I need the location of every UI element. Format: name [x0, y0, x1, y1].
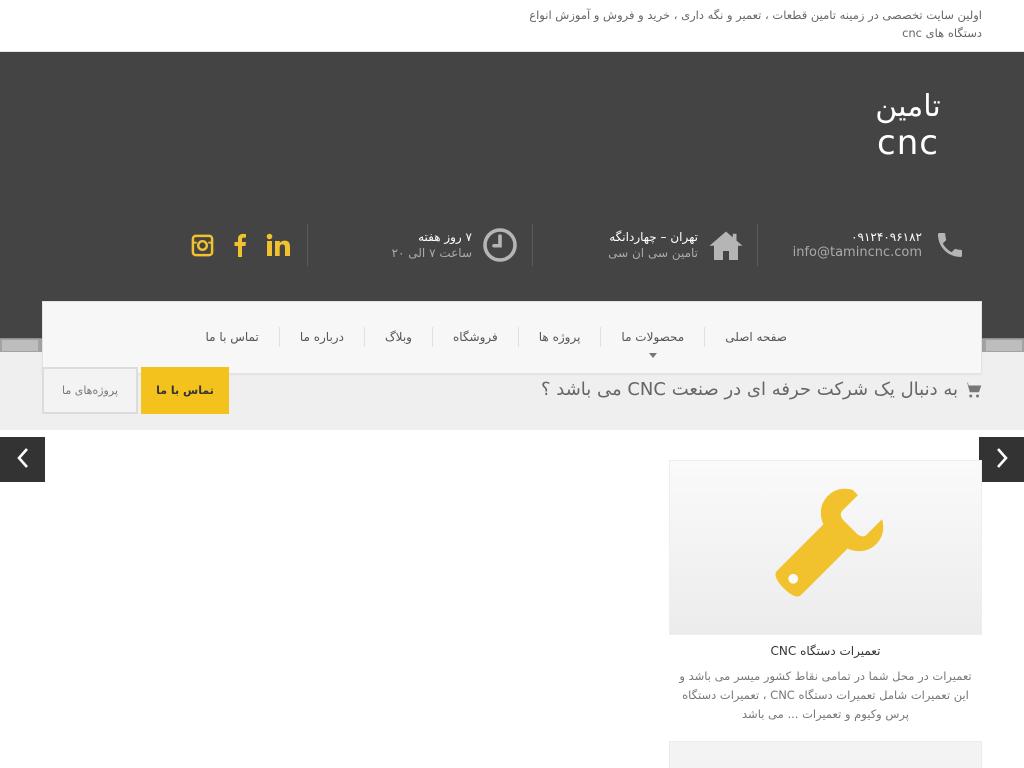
cta-text: به دنبال یک شرکت حرفه ای در صنعت CNC می … [540, 379, 958, 400]
linkedin-icon[interactable] [266, 233, 290, 257]
cart-icon [964, 381, 982, 399]
address-line-1: تهران – چهاردانگه [609, 230, 698, 244]
contact-phone[interactable]: ۰۹۱۲۴۰۹۶۱۸۲ [793, 229, 922, 245]
logo-line-2: cnc [877, 123, 939, 163]
nav-item-label: محصولات ما [621, 330, 685, 344]
top-bar: اولین سایت تخصصی در زمینه تامین قطعات ، … [0, 0, 1024, 52]
nav-menu: صفحه اصلی محصولات ما پروژه ها فروشگاه وب… [186, 327, 807, 358]
contact-us-button[interactable]: تماس با ما [141, 367, 229, 414]
hours-line-2: ساعت ۷ الی ۲۰ [391, 246, 472, 260]
phone-icon [932, 227, 968, 263]
info-divider [532, 224, 533, 266]
hours-line-1: ۷ روز هفته [418, 230, 472, 244]
contact-info-phone: ۰۹۱۲۴۰۹۶۱۸۲ info@tamincnc.com [793, 224, 968, 266]
wrench-icon [765, 485, 887, 611]
nav-item-about[interactable]: درباره ما [278, 327, 364, 347]
chevron-right-icon [995, 447, 1009, 473]
service-card-image[interactable] [669, 460, 982, 635]
site-header: تامین cnc ۰۹۱۲۴۰۹۶۱۸۲ info@tamincnc.com … [0, 52, 1024, 338]
instagram-icon[interactable] [190, 233, 214, 257]
logo-line-1: تامین [875, 89, 941, 124]
nav-item-contact[interactable]: تماس با ما [186, 327, 279, 347]
facebook-icon[interactable] [228, 233, 252, 257]
site-tagline: اولین سایت تخصصی در زمینه تامین قطعات ، … [529, 8, 982, 40]
service-card-title[interactable]: تعمیرات دستگاه CNC [669, 643, 982, 659]
nav-item-blog[interactable]: وبلاگ [363, 327, 432, 347]
contact-email[interactable]: info@tamincnc.com [793, 245, 922, 261]
nav-item-products[interactable]: محصولات ما [600, 327, 704, 358]
carousel-prev-button[interactable] [0, 437, 45, 482]
contact-info-hours: ۷ روز هفته ساعت ۷ الی ۲۰ [392, 224, 518, 266]
address-line-2: تامین سی ان سی [608, 246, 698, 260]
caret-down-icon [648, 353, 657, 358]
contact-address-text: تهران – چهاردانگه تامین سی ان سی [608, 229, 698, 261]
contact-info-address: تهران – چهاردانگه تامین سی ان سی [608, 224, 744, 266]
nav-item-home[interactable]: صفحه اصلی [704, 327, 807, 347]
nav-item-shop[interactable]: فروشگاه [431, 327, 518, 347]
social-links [190, 224, 290, 266]
service-card-next [669, 741, 982, 768]
site-logo[interactable]: تامین cnc [868, 89, 948, 163]
clock-icon [482, 227, 518, 263]
carousel-next-button[interactable] [979, 437, 1024, 482]
info-divider [307, 224, 308, 266]
home-icon [708, 227, 744, 263]
nav-item-projects[interactable]: پروژه ها [517, 327, 601, 347]
info-divider [757, 224, 758, 266]
our-projects-button[interactable]: پروژه‌های ما [42, 367, 138, 414]
contact-hours-text: ۷ روز هفته ساعت ۷ الی ۲۰ [392, 229, 472, 261]
contact-phone-text: ۰۹۱۲۴۰۹۶۱۸۲ info@tamincnc.com [793, 229, 922, 261]
service-card-description: تعمیرات در محل شما در تمامی نقاط کشور می… [679, 669, 972, 721]
chevron-left-icon [16, 447, 30, 473]
service-card: تعمیرات دستگاه CNC تعمیرات در محل شما در… [669, 460, 982, 724]
main-navigation: صفحه اصلی محصولات ما پروژه ها فروشگاه وب… [42, 301, 982, 374]
